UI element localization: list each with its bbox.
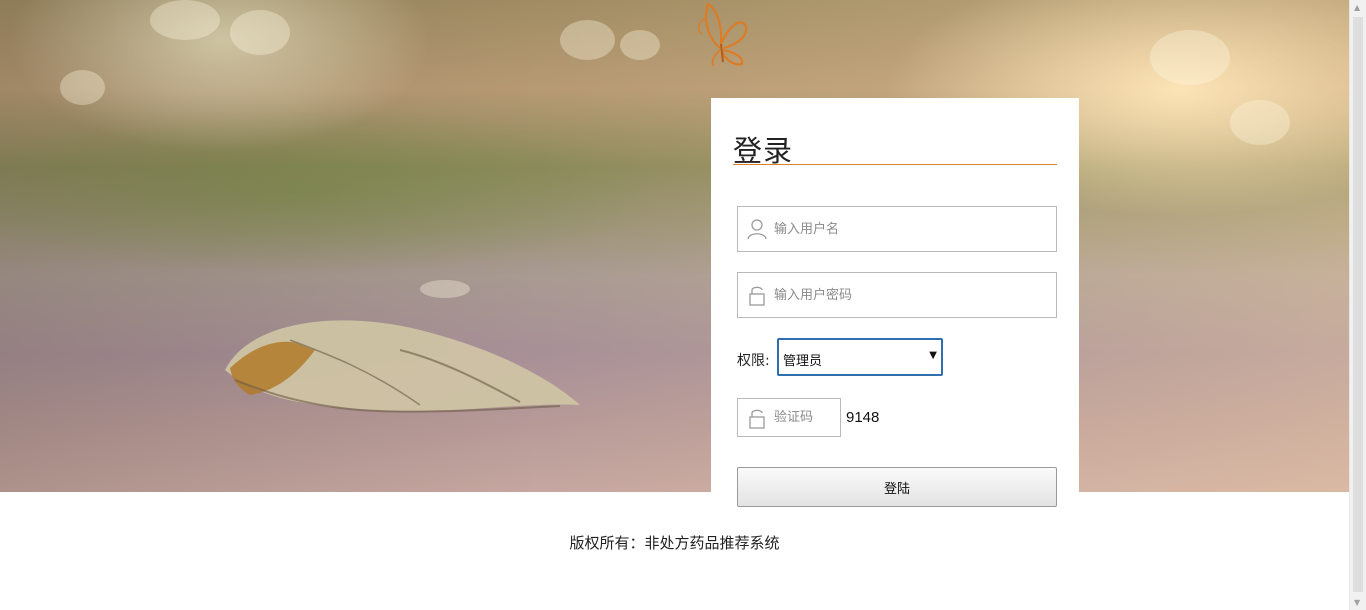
- caret-down-icon: ▼: [929, 350, 937, 361]
- title-underline: [733, 164, 1057, 165]
- login-button[interactable]: 登陆: [737, 467, 1057, 507]
- captcha-input[interactable]: [774, 399, 836, 436]
- lock-icon: [749, 286, 765, 306]
- captcha-code[interactable]: 9148: [846, 409, 879, 426]
- user-icon: [747, 219, 767, 240]
- vertical-scrollbar[interactable]: ▲ ▼: [1349, 0, 1366, 610]
- lock-icon: [749, 409, 765, 429]
- background-photo: [0, 0, 1349, 492]
- login-page: 登录 权限: 管理员 ▼ 9: [0, 0, 1366, 610]
- username-input[interactable]: [774, 207, 1044, 251]
- role-select-value: 管理员: [783, 354, 823, 369]
- butterfly-logo-icon: [697, 2, 748, 67]
- username-field[interactable]: [737, 206, 1057, 252]
- login-panel: 登录 权限: 管理员 ▼ 9: [711, 98, 1079, 510]
- leaf-image: [225, 320, 580, 413]
- captcha-field[interactable]: [737, 398, 841, 437]
- password-field[interactable]: [737, 272, 1057, 318]
- password-input[interactable]: [774, 273, 1044, 317]
- scrollbar-thumb[interactable]: [1353, 17, 1363, 592]
- scroll-up-arrow-icon[interactable]: ▲: [1354, 3, 1360, 12]
- footer-copyright: 版权所有：非处方药品推荐系统: [569, 534, 780, 552]
- scroll-down-arrow-icon[interactable]: ▼: [1354, 598, 1360, 607]
- role-select[interactable]: 管理员 ▼: [777, 338, 943, 376]
- role-label: 权限:: [737, 353, 770, 369]
